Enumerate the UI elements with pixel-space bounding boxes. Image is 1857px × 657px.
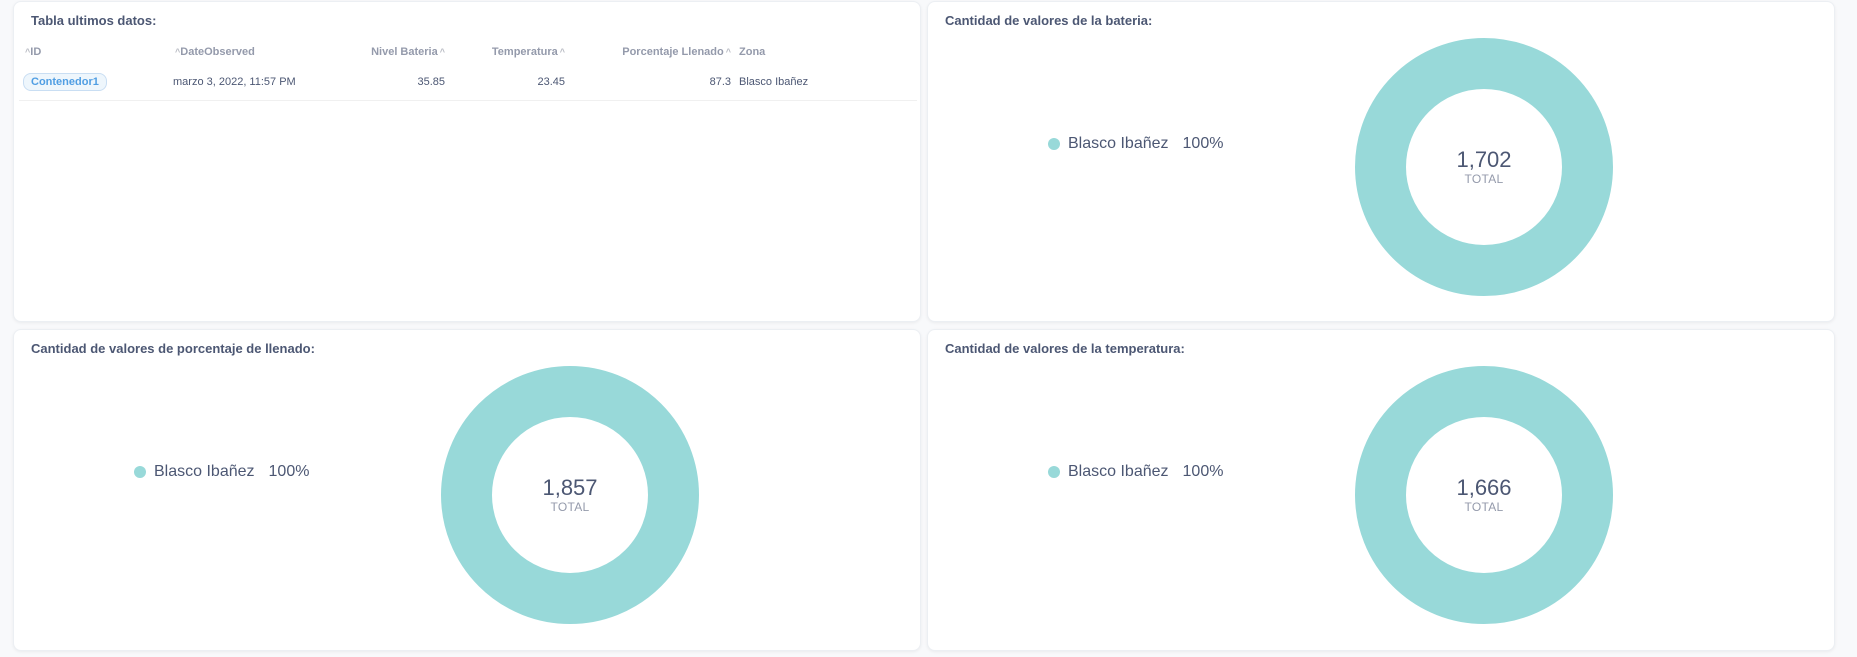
temperatura-donut-card: Cantidad de valores de la temperatura: B…	[927, 329, 1835, 651]
sort-icon[interactable]: ^	[560, 47, 565, 57]
donut-total-value: 1,702	[1456, 147, 1512, 172]
legend-item[interactable]: Blasco Ibañez 100%	[1048, 463, 1223, 481]
column-header-label: ID	[30, 46, 42, 58]
donut-center: 1,702 TOTAL	[1355, 38, 1613, 296]
legend-label: Blasco Ibañez	[154, 463, 255, 480]
cell-porcentaje-llenado: 87.3	[569, 64, 735, 101]
table-header-row: ^ID ^DateObserved Nivel Bateria ^ Tempera…	[19, 40, 917, 64]
column-header-dateobserved[interactable]: ^DateObserved	[169, 40, 347, 64]
legend-percent: 100%	[1182, 463, 1224, 480]
bateria-donut-card: Cantidad de valores de la bateria: Blasc…	[927, 1, 1835, 322]
sort-icon[interactable]: ^	[726, 47, 731, 57]
donut-total-value: 1,666	[1456, 475, 1512, 500]
column-header-id[interactable]: ^ID	[19, 40, 169, 64]
card-title[interactable]: Cantidad de valores de porcentaje de lle…	[31, 341, 315, 356]
table-row[interactable]: Contenedor1 marzo 3, 2022, 11:57 PM 35.8…	[19, 64, 917, 101]
donut-center: 1,857 TOTAL	[441, 366, 699, 624]
cell-nivel-bateria: 35.85	[347, 64, 449, 101]
legend-label: Blasco Ibañez	[1068, 135, 1169, 152]
column-header-label: Temperatura	[491, 46, 558, 58]
legend-item[interactable]: Blasco Ibañez 100%	[134, 463, 309, 481]
card-title[interactable]: Cantidad de valores de la temperatura:	[945, 341, 1185, 356]
donut-total-label: TOTAL	[1464, 172, 1504, 186]
cell-zona: Blasco Ibañez	[735, 64, 917, 101]
cell-dateobserved: marzo 3, 2022, 11:57 PM	[169, 64, 347, 101]
column-header-label: Porcentaje Llenado	[622, 46, 724, 58]
column-header-temperatura[interactable]: Temperatura ^	[449, 40, 569, 64]
column-header-porcentaje-llenado[interactable]: Porcentaje Llenado ^	[569, 40, 735, 64]
column-header-label: Nivel Bateria	[371, 46, 438, 58]
legend-percent: 100%	[1182, 135, 1224, 152]
legend-dot-icon	[1048, 138, 1060, 150]
legend-item[interactable]: Blasco Ibañez 100%	[1048, 135, 1223, 153]
legend-percent: 100%	[268, 463, 310, 480]
legend-dot-icon	[1048, 466, 1060, 478]
data-table: ^ID ^DateObserved Nivel Bateria ^ Tempera…	[19, 40, 917, 101]
column-header-zona[interactable]: Zona	[735, 40, 917, 64]
cell-id[interactable]: Contenedor1	[19, 64, 169, 101]
table-card: Tabla ultimos datos: ^ID ^DateObserved N…	[13, 1, 921, 322]
legend-label: Blasco Ibañez	[1068, 463, 1169, 480]
donut-total-label: TOTAL	[1464, 500, 1504, 514]
llenado-donut-card: Cantidad de valores de porcentaje de lle…	[13, 329, 921, 651]
donut-total-label: TOTAL	[550, 500, 590, 514]
card-title[interactable]: Tabla ultimos datos:	[31, 13, 156, 28]
donut-chart: 1,666 TOTAL	[1355, 366, 1613, 624]
donut-center: 1,666 TOTAL	[1355, 366, 1613, 624]
legend-dot-icon	[134, 466, 146, 478]
donut-chart: 1,702 TOTAL	[1355, 38, 1613, 296]
column-header-label: DateObserved	[180, 46, 255, 58]
sort-icon[interactable]: ^	[440, 47, 445, 57]
donut-total-value: 1,857	[542, 475, 598, 500]
cell-temperatura: 23.45	[449, 64, 569, 101]
donut-chart: 1,857 TOTAL	[441, 366, 699, 624]
column-header-nivel-bateria[interactable]: Nivel Bateria ^	[347, 40, 449, 64]
card-title[interactable]: Cantidad de valores de la bateria:	[945, 13, 1152, 28]
id-pill-link[interactable]: Contenedor1	[23, 72, 107, 91]
column-header-label: Zona	[739, 46, 766, 58]
